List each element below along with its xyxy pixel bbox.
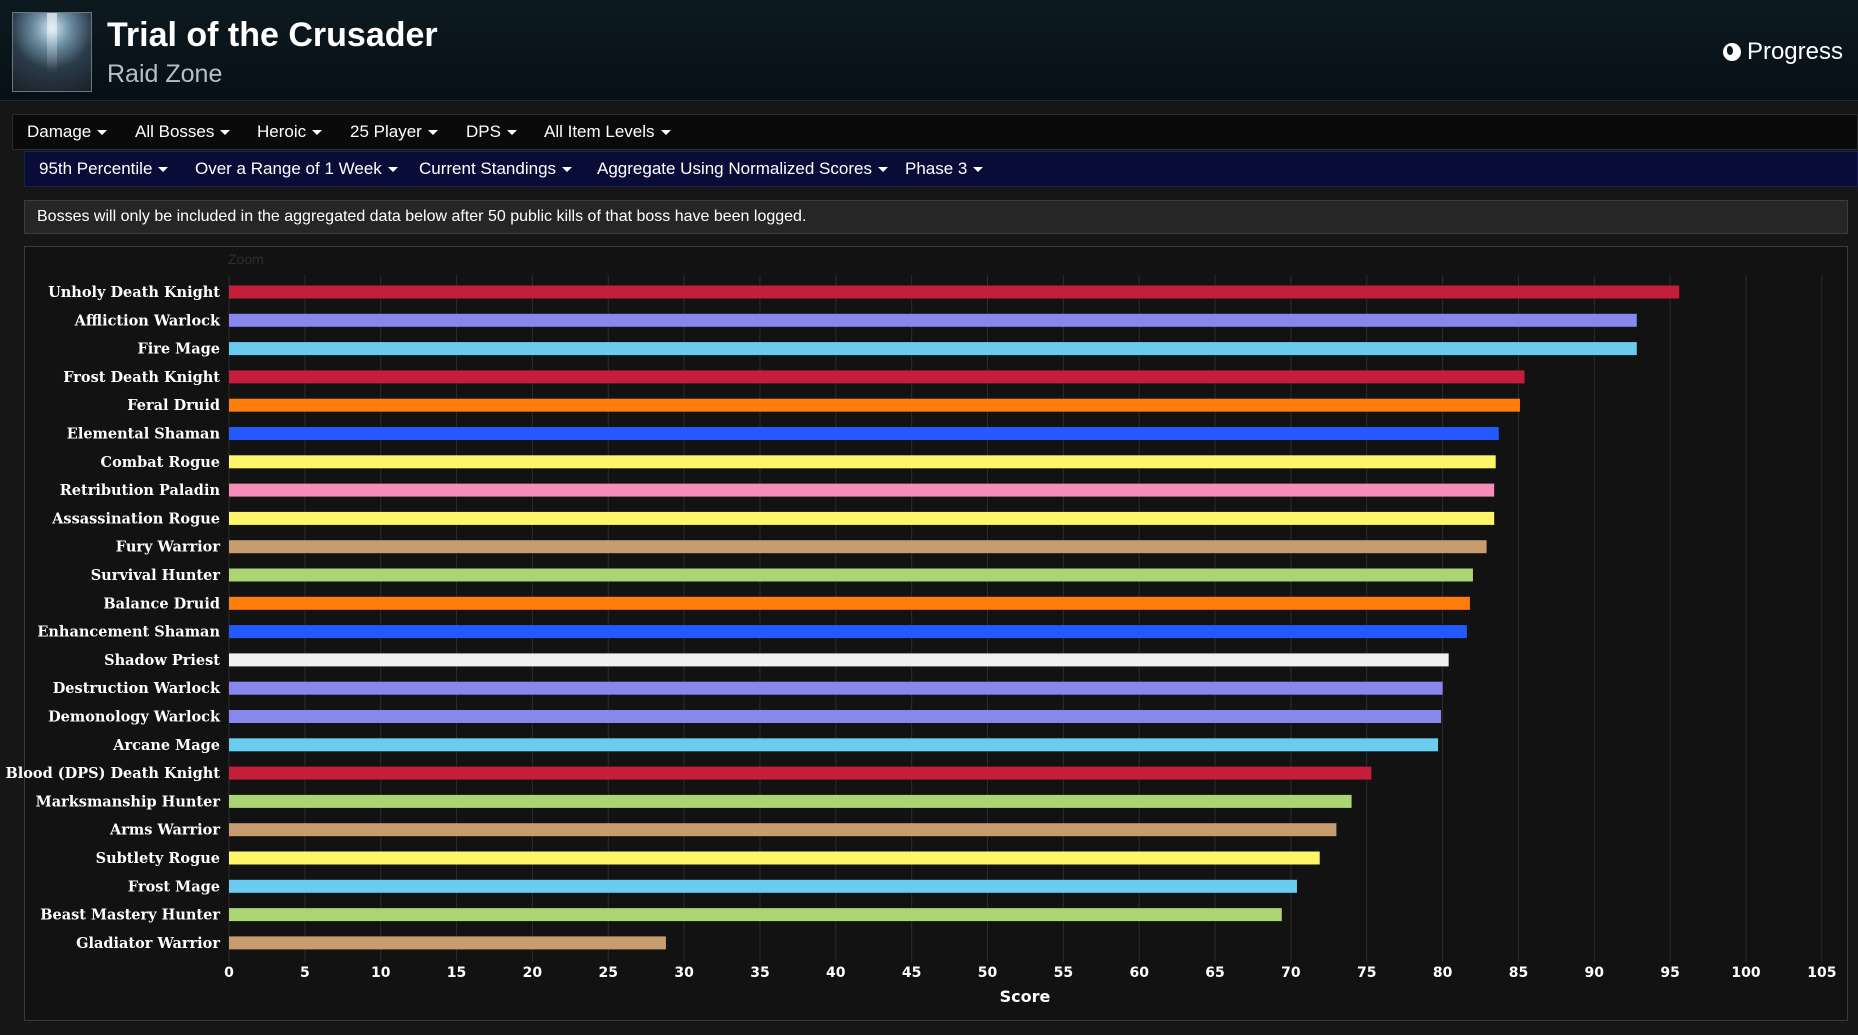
bar (229, 653, 1449, 667)
x-tick-label: 50 (978, 965, 998, 981)
category-label: Blood (DPS) Death Knight (5, 765, 220, 782)
category-label: Marksmanship Hunter (36, 793, 221, 810)
x-tick-label: 90 (1585, 965, 1605, 981)
category-label: Affliction Warlock (74, 312, 221, 329)
category-label: Frost Death Knight (63, 369, 220, 386)
bar (229, 313, 1637, 327)
x-tick-label: 0 (224, 965, 234, 981)
bar (229, 794, 1352, 808)
bar (229, 681, 1443, 695)
bar (229, 483, 1495, 497)
category-label: Feral Druid (127, 397, 220, 414)
x-tick-label: 5 (300, 965, 310, 981)
x-tick-label: 75 (1357, 965, 1376, 981)
category-label: Beast Mastery Hunter (40, 907, 220, 924)
bar (229, 710, 1442, 723)
bar (229, 936, 666, 950)
bar (229, 285, 1680, 299)
bar (229, 596, 1470, 610)
bar (229, 540, 1487, 554)
x-tick-label: 30 (674, 965, 694, 981)
category-label: Combat Rogue (101, 454, 220, 471)
category-label: Assassination Rogue (51, 510, 220, 527)
category-label: Fury Warrior (116, 539, 221, 556)
category-label: Shadow Priest (104, 652, 220, 669)
category-label: Fire Mage (137, 341, 220, 358)
category-label: Elemental Shaman (67, 426, 221, 443)
category-label: Arcane Mage (112, 737, 220, 754)
x-tick-label: 80 (1433, 965, 1453, 981)
bar (229, 823, 1337, 837)
bar (229, 398, 1520, 412)
category-label: Survival Hunter (91, 567, 221, 584)
x-tick-label: 10 (371, 965, 391, 981)
bar (229, 427, 1499, 440)
bar (229, 370, 1525, 384)
bar (229, 738, 1439, 752)
score-bar-chart: Unholy Death Knight Affliction Warlock Fir… (5, 275, 1836, 1006)
bar (229, 625, 1467, 639)
bar (229, 766, 1372, 780)
x-tick-label: 25 (599, 965, 618, 981)
x-tick-label: 55 (1054, 965, 1073, 981)
x-tick-label: 85 (1509, 965, 1528, 981)
category-label: Destruction Warlock (53, 680, 221, 697)
x-tick-label: 100 (1731, 965, 1760, 981)
bar (229, 879, 1297, 893)
x-tick-label: 45 (902, 965, 921, 981)
category-label: Unholy Death Knight (48, 284, 220, 301)
x-axis-title: Score (1000, 987, 1051, 1006)
bar (229, 908, 1282, 922)
x-tick-label: 70 (1281, 965, 1301, 981)
category-label: Arms Warrior (109, 822, 220, 839)
category-label: Gladiator Warrior (76, 935, 220, 952)
category-label: Enhancement Shaman (37, 624, 220, 641)
x-tick-label: 105 (1807, 965, 1836, 981)
category-label: Subtlety Rogue (96, 850, 220, 867)
bar (229, 568, 1473, 582)
category-label: Demonology Warlock (48, 709, 221, 726)
x-tick-label: 60 (1129, 965, 1149, 981)
category-label: Balance Druid (103, 595, 220, 612)
bar (229, 455, 1496, 469)
x-tick-label: 15 (447, 965, 466, 981)
bar (229, 511, 1495, 525)
x-tick-label: 35 (750, 965, 769, 981)
x-tick-label: 95 (1660, 965, 1679, 981)
x-tick-label: 20 (523, 965, 543, 981)
category-label: Frost Mage (128, 878, 220, 895)
bar (229, 851, 1320, 865)
x-tick-label: 40 (826, 965, 846, 981)
x-tick-label: 65 (1205, 965, 1224, 981)
category-label: Retribution Paladin (60, 482, 221, 499)
bar (229, 342, 1637, 356)
